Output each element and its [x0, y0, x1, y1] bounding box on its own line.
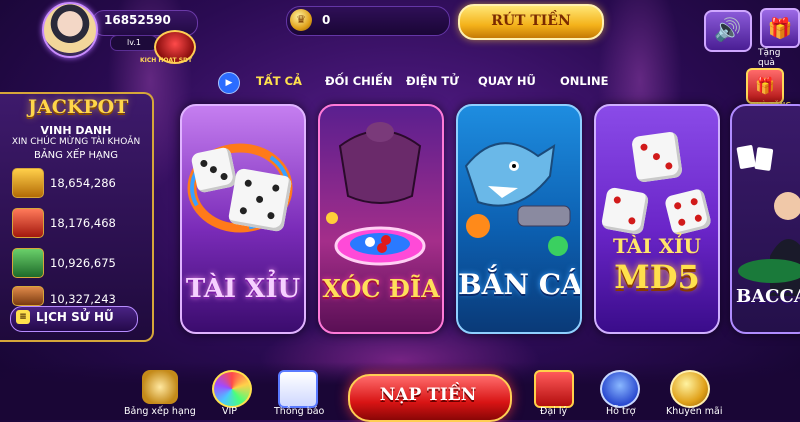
game-title: TÀI XỈU: [613, 234, 701, 258]
withdraw-button[interactable]: RÚT TIỀN: [458, 4, 604, 40]
game-title: BACCA: [736, 286, 800, 307]
jackpot-value: 10,926,675: [50, 256, 116, 270]
balance-value: 16852590: [104, 13, 171, 27]
bird-treasure-icon[interactable]: [12, 248, 44, 278]
promotion-label: Khuyến mãi: [666, 406, 723, 417]
tab-all[interactable]: TẤT CẢ: [256, 74, 302, 88]
game-card-tai-xiu[interactable]: TÀI XỈU: [180, 104, 306, 334]
jackpot-congrats: XIN CHÚC MỪNG TÀI KHOẢN: [11, 137, 141, 147]
game-card-ban-ca[interactable]: BẮN CÁ: [456, 104, 582, 334]
vip-button[interactable]: [212, 370, 252, 408]
activate-phone-label: KICH HOAT SDT: [140, 57, 193, 64]
promo-gift-icon[interactable]: 🎁: [746, 68, 784, 104]
dollar-coin-icon: [670, 370, 710, 408]
gift-icon[interactable]: 🎁: [760, 8, 800, 48]
support-agent-icon: [600, 370, 640, 408]
jackpot-history-label: LỊCH SỬ HŨ: [36, 310, 114, 324]
crown-coin-icon: ♛: [290, 9, 312, 31]
game-card-bacca[interactable]: BACCA: [730, 104, 800, 334]
support-button[interactable]: [600, 370, 640, 408]
top-bar: 16852590 lv.1 KICH HOAT SDT ♛ 0 RÚT TIỀN…: [0, 0, 800, 68]
level-badge: lv.1: [110, 35, 158, 51]
support-label: Hỗ trợ: [606, 406, 636, 417]
play-icon[interactable]: ▶: [218, 72, 240, 94]
than-tai-icon[interactable]: [12, 208, 44, 238]
sound-icon[interactable]: 🔊: [704, 10, 752, 52]
coin-value: 0: [322, 13, 331, 27]
jackpot-value: 18,654,286: [50, 176, 116, 190]
tab-slots[interactable]: QUAY HŨ: [478, 74, 536, 88]
game-card-tai-xiu-md5[interactable]: TÀI XỈU MD5: [594, 104, 720, 334]
calendar-icon: [278, 370, 318, 408]
dice-icon: [663, 187, 713, 237]
trophy-icon: [142, 370, 178, 404]
vip-wheel-icon: [212, 370, 252, 408]
game-title: TÀI XỈU: [185, 274, 301, 304]
tab-versus[interactable]: ĐỐI CHIẾN: [325, 74, 393, 88]
jackpot-value: 18,176,468: [50, 216, 116, 230]
leaderboard-button[interactable]: [140, 370, 180, 404]
notification-button[interactable]: [278, 370, 318, 408]
slot-icon[interactable]: [12, 286, 44, 306]
tab-online[interactable]: ONLINE: [560, 74, 609, 88]
jackpot-title: JACKPOT: [28, 96, 129, 118]
agent-label: Đại lý: [540, 406, 568, 417]
game-title: BẮN CÁ: [458, 268, 582, 301]
vip-label: VIP: [222, 406, 238, 417]
dice-icon: [631, 131, 683, 183]
agent-button[interactable]: [534, 370, 574, 408]
game-card-xoc-dia[interactable]: XÓC ĐĨA: [318, 104, 444, 334]
game-title: XÓC ĐĨA: [322, 274, 440, 303]
jackpot-ranking: BẢNG XẾP HẠNG: [33, 150, 119, 161]
deposit-label: NẠP TIỀN: [379, 385, 477, 405]
list-icon: ≡: [16, 310, 30, 324]
dice-icon: [190, 146, 238, 194]
tab-electronic[interactable]: ĐIỆN TỬ: [406, 74, 459, 88]
leaderboard-label: Bảng xếp hạng: [124, 406, 196, 417]
gift-box-icon: [534, 370, 574, 408]
promotion-button[interactable]: [670, 370, 710, 408]
gift-label: Tặng quà: [758, 48, 781, 68]
dice-icon: [227, 167, 293, 233]
gold-country-icon[interactable]: [12, 168, 44, 198]
notification-label: Thông báo: [274, 406, 325, 417]
dice-icon: [600, 186, 650, 236]
jackpot-honor: VINH DANH: [40, 124, 112, 137]
game-subtitle: MD5: [614, 258, 700, 296]
avatar[interactable]: [42, 2, 98, 58]
jackpot-value: 10,327,243: [50, 292, 116, 306]
